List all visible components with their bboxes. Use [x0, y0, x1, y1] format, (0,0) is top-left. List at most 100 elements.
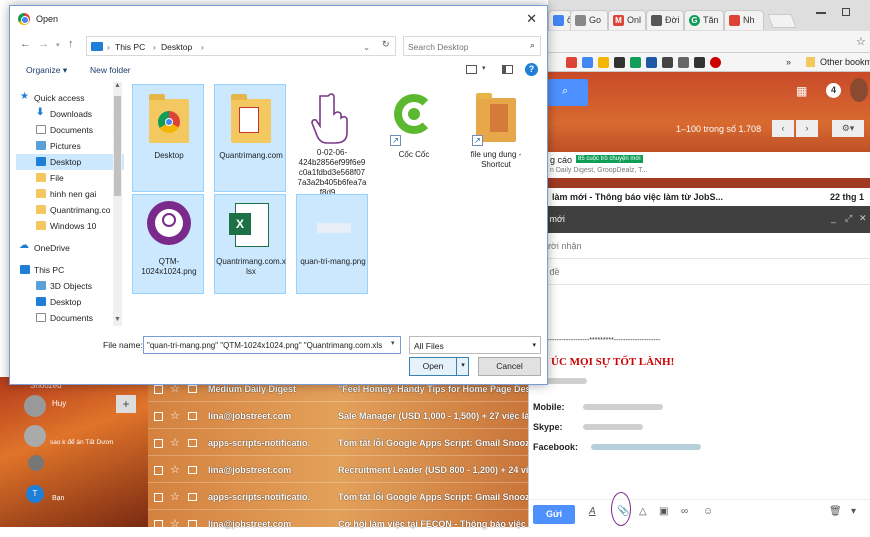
file-item-image[interactable]: 0-02-06-424b2856ef99f6e9c0a1fdbd3e568f07…: [296, 84, 368, 197]
bookmark-icon[interactable]: [710, 57, 721, 68]
row-checkbox[interactable]: [154, 412, 163, 421]
view-options-icon[interactable]: [466, 65, 477, 74]
minimize-icon[interactable]: _: [831, 213, 836, 223]
bookmark-icon[interactable]: [694, 57, 705, 68]
send-button[interactable]: Gửi: [533, 505, 575, 524]
avatar[interactable]: [24, 425, 46, 447]
recent-locations-icon[interactable]: ▾: [56, 41, 60, 49]
bookmark-icon[interactable]: [598, 57, 609, 68]
browser-tab[interactable]: ổn: [548, 10, 572, 30]
sidebar-item-folder[interactable]: Quantrimang.co: [16, 202, 124, 218]
photo-icon[interactable]: ▣: [659, 506, 668, 517]
table-row[interactable]: ☆ lina@jobstreet.com Sale Manager (USD 1,0…: [148, 404, 529, 429]
row-checkbox[interactable]: [154, 493, 163, 502]
email-row-top[interactable]: làm mới - Thông báo việc làm từ JobS... …: [548, 188, 870, 206]
sidebar-item-downloads[interactable]: ⬇Downloads📌: [16, 106, 124, 122]
cancel-button[interactable]: Cancel: [478, 357, 541, 376]
bookmark-icon[interactable]: [582, 57, 593, 68]
dialog-title-bar[interactable]: Open ✕: [10, 6, 547, 31]
back-arrow-icon[interactable]: ←: [20, 38, 31, 50]
sidebar-item-quick-access[interactable]: ★ Quick access: [16, 90, 124, 106]
bookmark-icon[interactable]: [662, 57, 673, 68]
avatar[interactable]: [850, 78, 868, 102]
sidebar-item-folder[interactable]: File: [16, 170, 124, 186]
file-item-qtm-png[interactable]: QTM-1024x1024.png: [132, 194, 204, 294]
browser-tab[interactable]: G Tăn: [684, 10, 724, 30]
row-checkbox[interactable]: [154, 520, 163, 529]
avatar[interactable]: [24, 395, 46, 417]
sidebar-item-desktop[interactable]: Desktop: [16, 294, 124, 310]
bookmark-icon[interactable]: [678, 57, 689, 68]
breadcrumb[interactable]: › This PC › Desktop › ⌄: [86, 36, 396, 56]
table-row[interactable]: ☆ apps-scripts-notificatio. Tóm tắt lỗi Go…: [148, 431, 530, 456]
address-bar[interactable]: ☆: [548, 31, 870, 53]
row-checkbox[interactable]: [154, 466, 163, 475]
notification-count[interactable]: 4: [826, 83, 841, 98]
restore-icon[interactable]: [842, 8, 850, 16]
file-item-desktop[interactable]: Desktop: [132, 84, 204, 192]
file-item-quantrimang-folder[interactable]: Quantrimang.com: [214, 84, 286, 192]
new-tab-button[interactable]: [767, 14, 797, 28]
link-icon[interactable]: ∞: [681, 506, 688, 517]
to-field[interactable]: ười nhận: [529, 233, 870, 259]
browser-tab[interactable]: Đời: [646, 10, 684, 30]
next-page-button[interactable]: ›: [796, 120, 818, 137]
table-row[interactable]: ☆ lina@jobstreet.com Cơ hội làm việc tại F…: [148, 512, 531, 537]
sidebar-item-onedrive[interactable]: ☁ OneDrive: [16, 240, 124, 256]
important-icon[interactable]: [188, 385, 197, 393]
table-row[interactable]: ☆ apps-scripts-notificatio. Tóm tắt lỗi Go…: [148, 485, 530, 510]
sidebar-item-documents[interactable]: Documents📌: [16, 122, 124, 138]
close-icon[interactable]: ✕: [526, 11, 537, 27]
bookmark-icon[interactable]: [614, 57, 625, 68]
trash-icon[interactable]: 🗑: [829, 506, 842, 517]
chevron-down-icon[interactable]: ⌄: [363, 42, 370, 53]
search-input[interactable]: [408, 40, 518, 53]
more-options-icon[interactable]: ▾: [851, 506, 856, 517]
important-icon[interactable]: [188, 412, 197, 420]
sidebar-item-this-pc[interactable]: This PC: [16, 262, 124, 278]
important-icon[interactable]: [188, 493, 197, 501]
table-row[interactable]: ☆ lina@jobstreet.com Recruitment Leader (U…: [148, 458, 528, 483]
drive-icon[interactable]: △: [639, 506, 647, 517]
new-folder-button[interactable]: New folder: [90, 65, 131, 75]
scroll-up-icon[interactable]: ▲: [114, 82, 121, 89]
star-icon[interactable]: ☆: [170, 463, 180, 476]
settings-gear-icon[interactable]: ⚙▾: [832, 120, 864, 137]
important-icon[interactable]: [188, 439, 197, 447]
add-chat-button[interactable]: +: [116, 395, 136, 413]
breadcrumb-item[interactable]: This PC: [115, 42, 145, 52]
promotions-tab[interactable]: g cáo 85 cuộc trò chuyện mới n Daily Dig…: [548, 152, 870, 178]
filename-input[interactable]: [143, 336, 401, 354]
sidebar-item-folder[interactable]: hinh nen gai: [16, 186, 124, 202]
browser-tab[interactable]: Go: [570, 10, 608, 30]
minimize-icon[interactable]: [816, 12, 826, 14]
help-icon[interactable]: ?: [525, 63, 538, 76]
scrollbar-thumb[interactable]: [114, 96, 121, 196]
file-item-xlsx[interactable]: X Quantrimang.com.xlsx: [214, 194, 286, 294]
chevron-down-icon[interactable]: ▾: [391, 339, 395, 347]
apps-grid-icon[interactable]: ▦: [796, 84, 807, 98]
gmail-search-button[interactable]: ⌕: [548, 79, 588, 106]
bookmark-icon[interactable]: [630, 57, 641, 68]
other-bookmarks[interactable]: Other bookm: [820, 57, 870, 67]
breadcrumb-item[interactable]: Desktop: [161, 42, 192, 52]
star-icon[interactable]: ☆: [170, 490, 180, 503]
forward-arrow-icon[interactable]: →: [38, 38, 49, 50]
sidebar-item-desktop[interactable]: Desktop📌: [16, 154, 124, 170]
format-icon[interactable]: A: [589, 506, 596, 517]
navigation-scrollbar[interactable]: ▲ ▼: [113, 82, 122, 326]
open-dropdown-button[interactable]: ▾: [456, 357, 469, 376]
file-item-shortcut[interactable]: ↗ file ung dung - Shortcut: [460, 84, 532, 192]
sidebar-item-pictures[interactable]: Pictures📌: [16, 138, 124, 154]
row-checkbox[interactable]: [154, 385, 163, 394]
row-checkbox[interactable]: [154, 439, 163, 448]
expand-icon[interactable]: ⤢: [845, 213, 852, 224]
refresh-icon[interactable]: ↻: [382, 39, 390, 50]
browser-tab[interactable]: Nh: [724, 10, 764, 30]
avatar[interactable]: T: [26, 485, 44, 503]
sidebar-item-documents[interactable]: Documents: [16, 310, 124, 326]
bookmark-icon[interactable]: [646, 57, 657, 68]
browser-tab[interactable]: M Onl: [608, 10, 646, 30]
star-icon[interactable]: ☆: [170, 517, 180, 530]
avatar[interactable]: [28, 455, 44, 471]
